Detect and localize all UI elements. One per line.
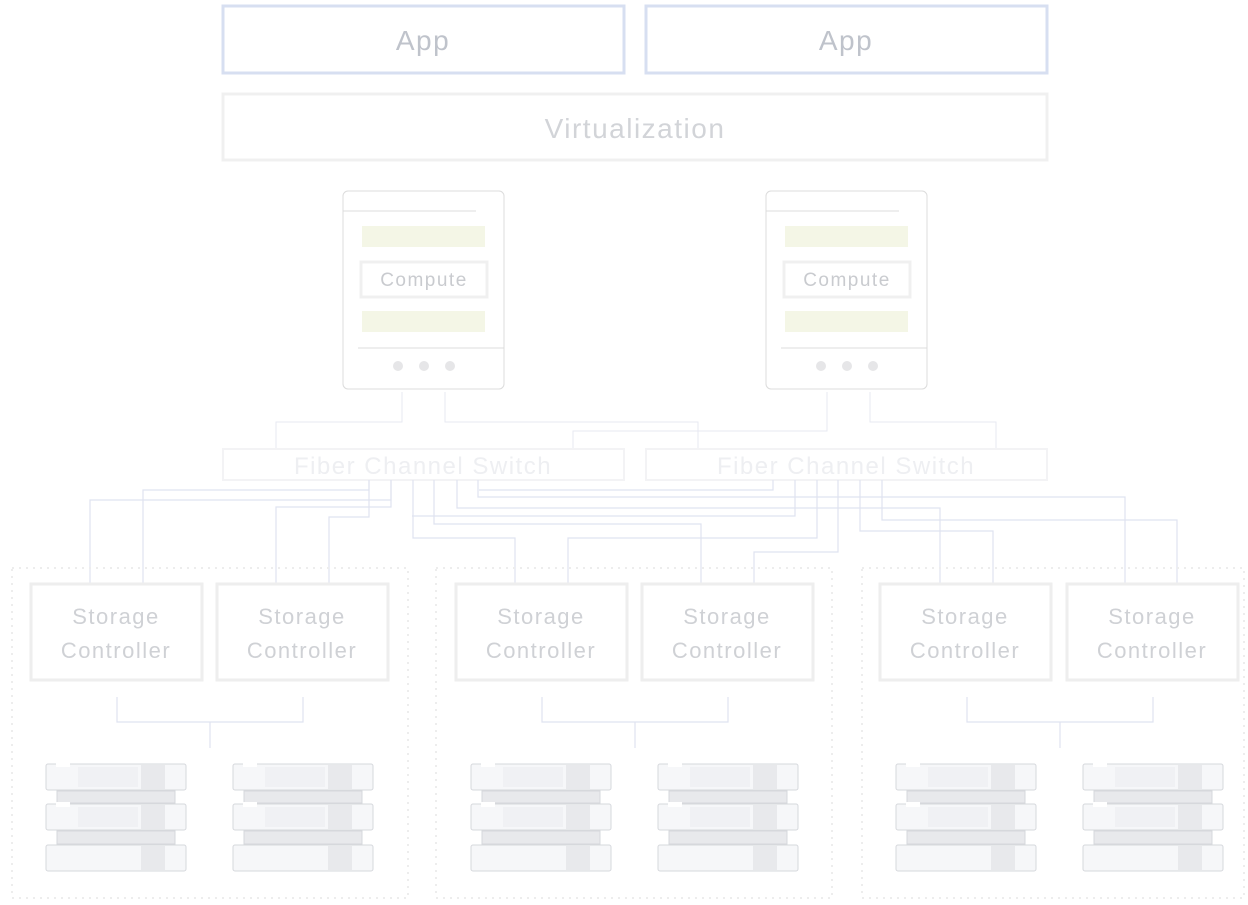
controller-line1: Storage	[72, 604, 160, 629]
disk-drive	[470, 844, 612, 872]
compute-band-bottom	[785, 311, 908, 332]
disk-drive	[1082, 762, 1224, 791]
fiber-channel-switch-1: Fiber Channel Switch	[222, 448, 625, 481]
disk-drive	[895, 844, 1037, 872]
disk-drive	[232, 762, 374, 791]
storage-architecture-diagram: App App Virtualization Compute Compute F…	[11, 4, 1245, 899]
controller-line1: Storage	[683, 604, 771, 629]
disk-drive	[657, 762, 799, 791]
indicator-dot	[842, 361, 852, 371]
storage-controller: Storage Controller	[878, 582, 1053, 682]
indicator-dot	[868, 361, 878, 371]
switch-2-label: Fiber Channel Switch	[717, 453, 975, 480]
disk-stacks	[45, 762, 1224, 872]
disk-drive	[1082, 802, 1224, 831]
controller-line2: Controller	[247, 638, 357, 663]
disk-drive	[895, 762, 1037, 791]
compute-band-bottom	[362, 311, 485, 332]
controller-line1: Storage	[258, 604, 346, 629]
disk-drive	[470, 762, 612, 791]
storage-controller: Storage Controller	[640, 582, 815, 682]
disk-drive	[470, 802, 612, 831]
storage-controller: Storage Controller	[454, 582, 629, 682]
compute-band-top	[362, 226, 485, 247]
app-box-1-label: App	[396, 25, 450, 56]
disk-drive	[45, 802, 187, 831]
controller-line2: Controller	[61, 638, 171, 663]
controller-line2: Controller	[910, 638, 1020, 663]
app-box-1: App	[221, 4, 626, 75]
virtualization-label: Virtualization	[545, 113, 726, 144]
compute-node-1-label: Compute	[380, 270, 468, 291]
indicator-dot	[393, 361, 403, 371]
storage-controller: Storage Controller	[29, 582, 204, 682]
switch-1-label: Fiber Channel Switch	[294, 453, 552, 480]
indicator-dot	[445, 361, 455, 371]
fiber-channel-switch-2: Fiber Channel Switch	[645, 448, 1048, 481]
app-box-2: App	[644, 4, 1049, 75]
disk-stack	[895, 762, 1037, 872]
storage-controller: Storage Controller	[1065, 582, 1240, 682]
storage-controller: Storage Controller	[215, 582, 390, 682]
controller-line2: Controller	[672, 638, 782, 663]
disk-stack	[1082, 762, 1224, 872]
controller-line1: Storage	[497, 604, 585, 629]
controller-line2: Controller	[1097, 638, 1207, 663]
virtualization-box: Virtualization	[221, 92, 1049, 162]
disk-drive	[45, 844, 187, 872]
disk-stack	[657, 762, 799, 872]
disk-drive	[895, 802, 1037, 831]
controller-disk-brackets	[116, 697, 1154, 748]
disk-stack	[232, 762, 374, 872]
disk-drive	[232, 802, 374, 831]
app-box-2-label: App	[819, 25, 873, 56]
controller-line2: Controller	[486, 638, 596, 663]
disk-drive	[232, 844, 374, 872]
disk-drive	[45, 762, 187, 791]
disk-stack	[470, 762, 612, 872]
controller-line1: Storage	[1108, 604, 1196, 629]
indicator-dot	[816, 361, 826, 371]
disk-drive	[657, 802, 799, 831]
compute-switch-links	[275, 392, 997, 449]
disk-stack	[45, 762, 187, 872]
compute-node-1: Compute	[342, 190, 505, 390]
compute-band-top	[785, 226, 908, 247]
compute-node-2-label: Compute	[803, 270, 891, 291]
disk-drive	[1082, 844, 1224, 872]
disk-drive	[657, 844, 799, 872]
indicator-dot	[419, 361, 429, 371]
controller-line1: Storage	[921, 604, 1009, 629]
compute-node-2: Compute	[765, 190, 928, 390]
